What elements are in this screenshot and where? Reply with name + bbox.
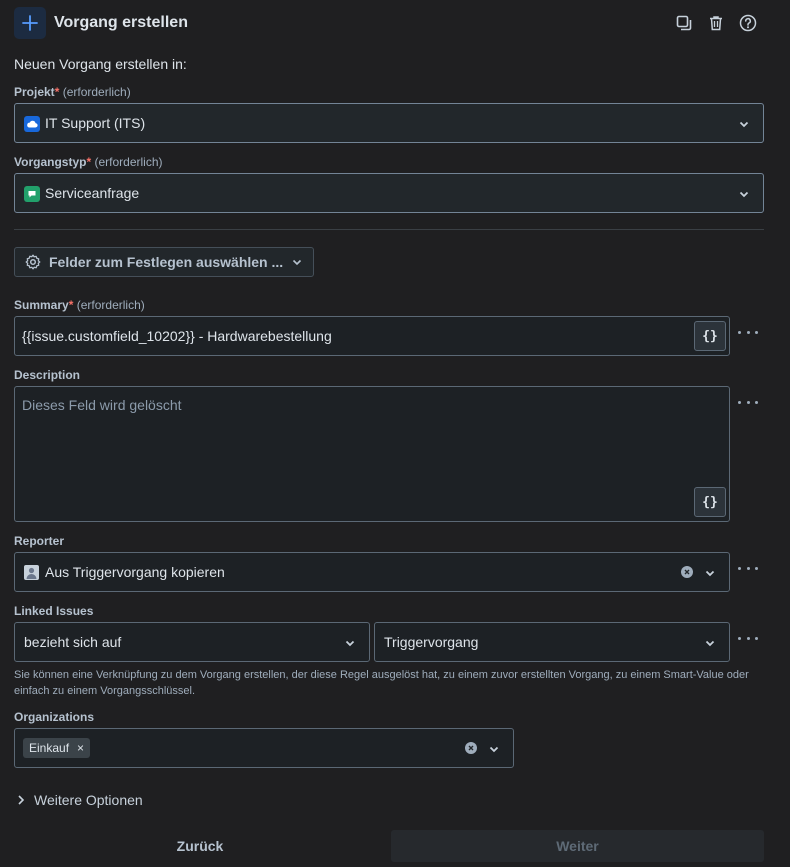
page-title: Vorgang erstellen	[54, 14, 188, 31]
project-select[interactable]: IT Support (ITS)	[14, 103, 764, 143]
link-type-select[interactable]: bezieht sich auf	[14, 622, 370, 662]
chevron-down-icon	[345, 640, 355, 647]
link-target-value: Triggervorgang	[384, 634, 479, 650]
issue-type-label: Vorgangstyp* (erforderlich)	[14, 155, 163, 169]
description-placeholder: Dieses Feld wird gelöscht	[22, 397, 182, 413]
gear-icon	[25, 254, 41, 270]
clear-icon[interactable]	[465, 742, 477, 754]
linked-issues-label: Linked Issues	[14, 604, 94, 618]
reporter-label: Reporter	[14, 534, 65, 548]
organization-tag-label: Einkauf	[29, 741, 70, 755]
back-button[interactable]: Zurück	[14, 830, 386, 862]
trash-icon[interactable]	[705, 12, 727, 34]
more-options-icon[interactable]	[738, 635, 758, 641]
link-target-select[interactable]: Triggervorgang	[374, 622, 730, 662]
duplicate-icon[interactable]	[673, 12, 695, 34]
help-icon[interactable]	[737, 12, 759, 34]
reporter-value: Aus Triggervorgang kopieren	[45, 564, 225, 580]
organizations-label: Organizations	[14, 710, 95, 724]
chevron-down-icon	[705, 640, 715, 647]
more-options-icon[interactable]	[738, 399, 758, 405]
subtitle: Neuen Vorgang erstellen in:	[14, 56, 187, 72]
project-value: IT Support (ITS)	[45, 115, 146, 131]
plus-icon	[14, 7, 46, 39]
chevron-down-icon	[705, 570, 715, 577]
issue-type-select[interactable]: Serviceanfrage	[14, 173, 764, 213]
organizations-select[interactable]: Einkauf ×	[14, 728, 514, 768]
select-fields-label: Felder zum Festlegen auswählen ...	[49, 254, 284, 270]
summary-value: {{issue.customfield_10202}} - Hardwarebe…	[22, 328, 332, 344]
smart-value-button[interactable]: {}	[694, 487, 726, 517]
clear-icon[interactable]	[681, 566, 693, 578]
description-label: Description	[14, 368, 81, 382]
more-options-label: Weitere Optionen	[34, 792, 143, 808]
user-avatar-icon	[24, 565, 39, 580]
reporter-select[interactable]: Aus Triggervorgang kopieren	[14, 552, 730, 592]
project-label: Projekt* (erforderlich)	[14, 85, 131, 99]
cloud-project-icon	[24, 116, 40, 132]
chevron-down-icon	[739, 191, 749, 198]
chevron-down-icon	[739, 121, 749, 128]
more-options-icon[interactable]	[738, 565, 758, 571]
issue-type-value: Serviceanfrage	[45, 185, 140, 201]
more-options-icon[interactable]	[738, 329, 758, 335]
summary-input[interactable]: {{issue.customfield_10202}} - Hardwarebe…	[14, 316, 730, 356]
next-button[interactable]: Weiter	[391, 830, 764, 862]
service-request-icon	[24, 186, 40, 202]
summary-label: Summary* (erforderlich)	[14, 298, 145, 312]
divider	[14, 229, 764, 230]
link-type-value: bezieht sich auf	[24, 634, 122, 650]
chevron-down-icon	[489, 746, 499, 753]
smart-value-button[interactable]: {}	[694, 321, 726, 351]
description-textarea[interactable]: Dieses Feld wird gelöscht {}	[14, 386, 730, 522]
chevron-down-icon	[293, 259, 302, 266]
linked-issues-help-text: Sie können eine Verknüpfung zu dem Vorga…	[14, 669, 749, 697]
organization-tag: Einkauf ×	[23, 738, 91, 758]
chevron-right-icon	[18, 795, 25, 805]
more-options-toggle[interactable]: Weitere Optionen	[16, 792, 143, 808]
remove-tag-icon[interactable]: ×	[77, 741, 84, 755]
select-fields-button[interactable]: Felder zum Festlegen auswählen ...	[14, 247, 315, 277]
